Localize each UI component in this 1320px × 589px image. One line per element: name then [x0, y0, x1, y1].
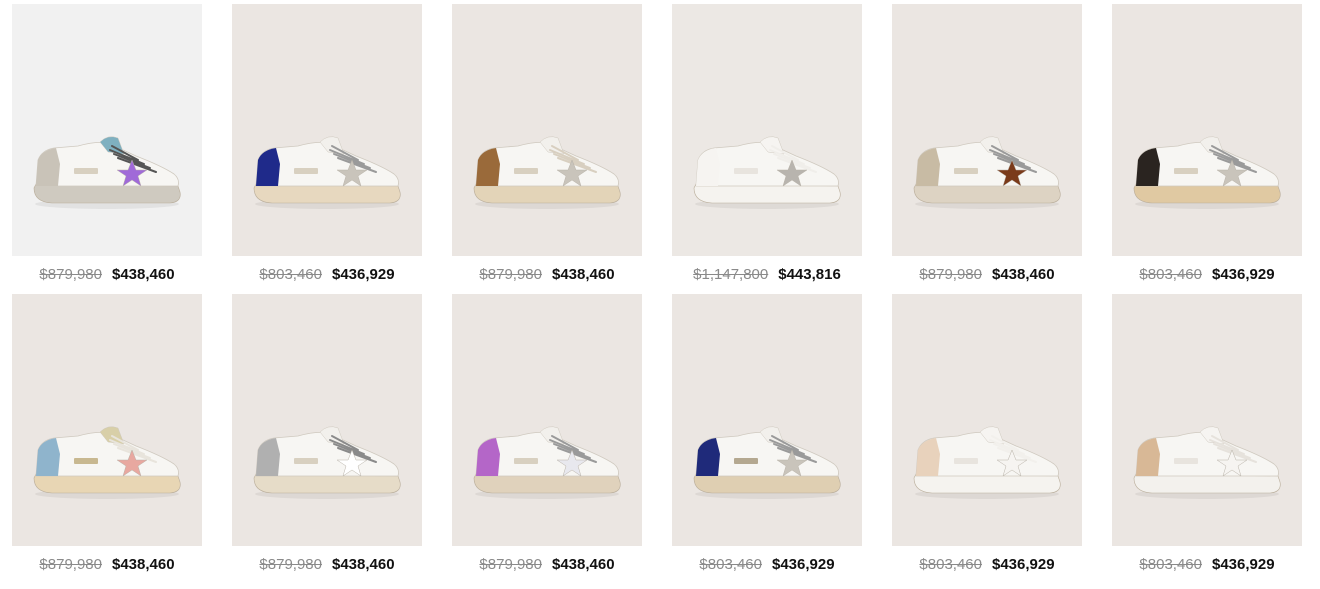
sale-price: $438,460 — [332, 556, 395, 573]
price-row: $879,980 $438,460 — [452, 556, 642, 574]
product-photo[interactable] — [1112, 294, 1302, 546]
sneaker-image — [232, 294, 422, 546]
product-card[interactable]: $803,460 $436,929 — [672, 294, 862, 584]
product-grid: $879,980 $438,460 $803,460 $436,929 $879… — [12, 4, 1302, 584]
sale-price: $436,929 — [1212, 266, 1275, 283]
sneaker-image — [1112, 4, 1302, 256]
product-photo[interactable] — [1112, 4, 1302, 256]
sale-price: $438,460 — [992, 266, 1055, 283]
sneaker-image — [1112, 294, 1302, 546]
product-card[interactable]: $879,980 $438,460 — [12, 4, 202, 294]
original-price: $879,980 — [479, 556, 542, 573]
product-card[interactable]: $879,980 $438,460 — [232, 294, 422, 584]
original-price: $803,460 — [1139, 556, 1202, 573]
product-photo[interactable] — [232, 294, 422, 546]
product-photo[interactable] — [12, 294, 202, 546]
original-price: $803,460 — [699, 556, 762, 573]
price-row: $879,980 $438,460 — [12, 266, 202, 284]
original-price: $879,980 — [259, 556, 322, 573]
price-row: $879,980 $438,460 — [12, 556, 202, 574]
price-row: $803,460 $436,929 — [1112, 556, 1302, 574]
price-row: $879,980 $438,460 — [452, 266, 642, 284]
sneaker-image — [672, 4, 862, 256]
sneaker-image — [12, 4, 202, 256]
original-price: $803,460 — [919, 556, 982, 573]
sneaker-image — [452, 294, 642, 546]
original-price: $879,980 — [39, 556, 102, 573]
sneaker-image — [672, 294, 862, 546]
price-row: $1,147,800 $443,816 — [672, 266, 862, 284]
original-price: $879,980 — [479, 266, 542, 283]
sale-price: $436,929 — [332, 266, 395, 283]
product-photo[interactable] — [452, 4, 642, 256]
price-row: $803,460 $436,929 — [672, 556, 862, 574]
sale-price: $436,929 — [992, 556, 1055, 573]
product-photo[interactable] — [672, 294, 862, 546]
price-row: $803,460 $436,929 — [232, 266, 422, 284]
sale-price: $438,460 — [552, 556, 615, 573]
product-card[interactable]: $879,980 $438,460 — [892, 4, 1082, 294]
sale-price: $438,460 — [552, 266, 615, 283]
sale-price: $436,929 — [772, 556, 835, 573]
product-photo[interactable] — [892, 4, 1082, 256]
sale-price: $443,816 — [778, 266, 841, 283]
original-price: $1,147,800 — [693, 266, 769, 283]
product-card[interactable]: $879,980 $438,460 — [452, 294, 642, 584]
product-card[interactable]: $879,980 $438,460 — [12, 294, 202, 584]
original-price: $803,460 — [1139, 266, 1202, 283]
original-price: $879,980 — [919, 266, 982, 283]
product-photo[interactable] — [452, 294, 642, 546]
original-price: $803,460 — [259, 266, 322, 283]
product-photo[interactable] — [892, 294, 1082, 546]
product-card[interactable]: $1,147,800 $443,816 — [672, 4, 862, 294]
sale-price: $438,460 — [112, 266, 175, 283]
sneaker-image — [892, 294, 1082, 546]
price-row: $879,980 $438,460 — [892, 266, 1082, 284]
price-row: $879,980 $438,460 — [232, 556, 422, 574]
product-photo[interactable] — [672, 4, 862, 256]
product-card[interactable]: $803,460 $436,929 — [892, 294, 1082, 584]
sale-price: $436,929 — [1212, 556, 1275, 573]
product-photo[interactable] — [232, 4, 422, 256]
product-photo[interactable] — [12, 4, 202, 256]
sale-price: $438,460 — [112, 556, 175, 573]
product-card[interactable]: $803,460 $436,929 — [232, 4, 422, 294]
sneaker-image — [12, 294, 202, 546]
price-row: $803,460 $436,929 — [1112, 266, 1302, 284]
product-card[interactable]: $803,460 $436,929 — [1112, 294, 1302, 584]
product-card[interactable]: $803,460 $436,929 — [1112, 4, 1302, 294]
price-row: $803,460 $436,929 — [892, 556, 1082, 574]
sneaker-image — [892, 4, 1082, 256]
sneaker-image — [452, 4, 642, 256]
original-price: $879,980 — [39, 266, 102, 283]
sneaker-image — [232, 4, 422, 256]
product-card[interactable]: $879,980 $438,460 — [452, 4, 642, 294]
